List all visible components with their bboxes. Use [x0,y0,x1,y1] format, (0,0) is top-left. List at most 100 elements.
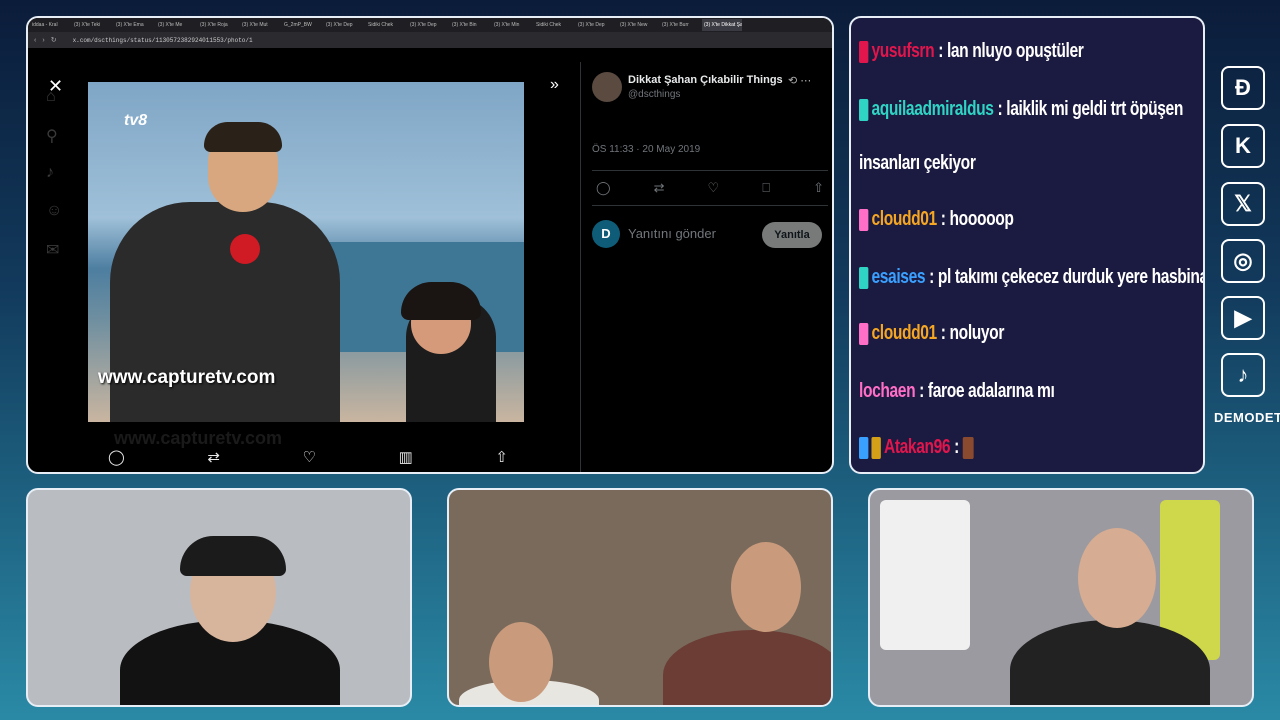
chat-message: aquilaadmiraldus : laiklik mi geldi trt … [859,98,1183,121]
chat-user: esaises [871,266,926,288]
reply-button[interactable]: Yanıtla [762,222,822,248]
chat-message-continuation: insanları çekiyor [859,152,976,175]
emote-icon [962,436,974,459]
chat-text: : noluyor [940,322,1005,344]
badge-icon [859,322,869,345]
badge-icon [871,436,881,459]
chat-text: : faroe adalarına mı [919,380,1055,402]
tweet-handle[interactable]: @dscthings [628,89,680,100]
badge-icon [859,98,869,121]
reply-input[interactable]: Yanıtını gönder [628,226,716,241]
channel-logo: tv8 [124,112,148,129]
avatar[interactable] [592,72,622,102]
reply-composer: D Yanıtını gönder Yanıtla [592,218,828,252]
reply-icon[interactable]: ◯ [596,180,611,196]
browser-tab[interactable]: (3) X'te Min [492,19,532,31]
notifications-icon[interactable]: ♪ [46,164,86,202]
forward-icon[interactable]: › [42,37,44,44]
chat-user: Atakan96 [883,436,951,458]
browser-tab[interactable]: iddaa - Kral [30,19,70,31]
badge-icon [859,208,869,231]
expand-icon[interactable]: » [550,76,559,94]
faded-watermark: www.capturetv.com [114,428,283,448]
browser-tab[interactable]: Sidiki Chek [534,19,574,31]
webcam-2 [447,488,833,707]
hanging-jersey [880,500,970,650]
kick-icon: K [1221,124,1265,168]
grok-more-icons[interactable]: ⟲ ⋯ [788,74,811,87]
chat-message: yusufsrn : lan nluyo opuştüler [859,40,1084,63]
browser-tab[interactable]: (3) X'te Me [156,19,196,31]
tweet-media-video[interactable]: tv8 www.capturetv.com [88,82,524,422]
chat-message: esaises : pl takımı çekecez durduk yere … [859,266,1203,289]
chat-overlay: yusufsrn : lan nluyo opuştüler aquilaadm… [849,16,1205,474]
x-left-rail: ⌂ ⚲ ♪ ☺ ✉ [46,88,86,278]
avatar: D [592,220,620,248]
chat-user: aquilaadmiraldus [871,98,994,120]
reload-icon[interactable]: ↻ [51,36,57,44]
like-icon[interactable]: ♡ [708,180,720,196]
x-icon: 𝕏 [1221,182,1265,226]
chat-text: : laiklik mi geldi trt öpüşen [997,98,1183,120]
chat-message: cloudd01 : noluyor [859,322,1004,345]
person-face [489,622,553,702]
chat-message: cloudd01 : hooooop [859,208,1014,231]
chat-text: : [954,436,959,458]
browser-tab-active[interactable]: (3) X'te Dikkat Şahan [702,19,742,31]
browser-tab[interactable]: (3) X'te Dep [576,19,616,31]
browser-tab[interactable]: (3) X'te Bin [450,19,490,31]
share-icon[interactable]: ⇧ [813,180,824,196]
browser-tab[interactable]: (3) X'te Roja [198,19,238,31]
url-text[interactable]: x.com/dscthings/status/11305723829240115… [73,37,253,44]
chat-user: cloudd01 [871,208,937,230]
chat-user: lochaen [859,380,916,402]
browser-tab[interactable]: Sidiki Chek [366,19,406,31]
reporter-figure [110,202,340,422]
person-body [663,630,831,705]
channel-brand: DEMODETV [1214,410,1280,425]
pane-divider [580,62,581,472]
chat-message: Atakan96 : [859,436,977,459]
demode-icon: Ɖ [1221,66,1265,110]
youtube-icon: ▶ [1221,296,1265,340]
tab-bar: iddaa - Kral (3) X'te Teki (3) X'te Ema … [28,18,832,32]
browser-tab[interactable]: G_2mP_BW [282,19,322,31]
reply-icon[interactable]: ◯ [108,448,125,466]
close-icon[interactable]: ✕ [48,76,63,97]
person-hair [401,282,481,320]
chat-text: : lan nluyo opuştüler [938,40,1084,62]
tweet-author[interactable]: Dikkat Şahan Çıkabilir Things [628,74,783,86]
browser-tab[interactable]: (3) X'te Teki [72,19,112,31]
messages-icon[interactable]: ✉ [46,240,86,278]
chat-user: yusufsrn [871,40,935,62]
like-icon[interactable]: ♡ [303,448,316,466]
browser-tab[interactable]: (3) X'te Dep [324,19,364,31]
reporter-hair [204,122,282,152]
person-face [1078,528,1156,628]
views-icon[interactable]: ▥ [399,448,413,466]
share-icon[interactable]: ⇧ [495,448,508,466]
address-bar[interactable]: ‹ › ↻ x.com/dscthings/status/11305723829… [28,32,832,48]
webcam-1 [26,488,412,707]
retweet-icon[interactable]: ⇄ [654,180,665,196]
browser-tab[interactable]: (3) X'te Dep [408,19,448,31]
people-icon[interactable]: ☺ [46,202,86,240]
browser-tab[interactable]: (3) X'te New [618,19,658,31]
bookmark-icon[interactable]: ⎕ [762,180,770,196]
back-icon[interactable]: ‹ [34,37,36,44]
browser-tab[interactable]: (3) X'te Mut [240,19,280,31]
badge-icon [859,266,869,289]
chat-text: insanları çekiyor [859,152,976,174]
browser-tab[interactable]: (3) X'te Ema [114,19,154,31]
tweet-timestamp[interactable]: ÖS 11:33 · 20 May 2019 [592,144,700,155]
tweet-action-bar: ◯ ⇄ ♡ ⎕ ⇧ [592,170,828,206]
chat-user: cloudd01 [871,322,937,344]
instagram-icon: ◎ [1221,239,1265,283]
browser-tab[interactable]: (3) X'te Burr [660,19,700,31]
retweet-icon[interactable]: ⇄ [207,448,220,466]
browser-window: iddaa - Kral (3) X'te Teki (3) X'te Ema … [26,16,834,474]
video-watermark: www.capturetv.com [98,367,276,388]
chat-message: lochaen : faroe adalarına mı [859,380,1055,403]
search-icon[interactable]: ⚲ [46,126,86,164]
badge-icon [859,436,869,459]
